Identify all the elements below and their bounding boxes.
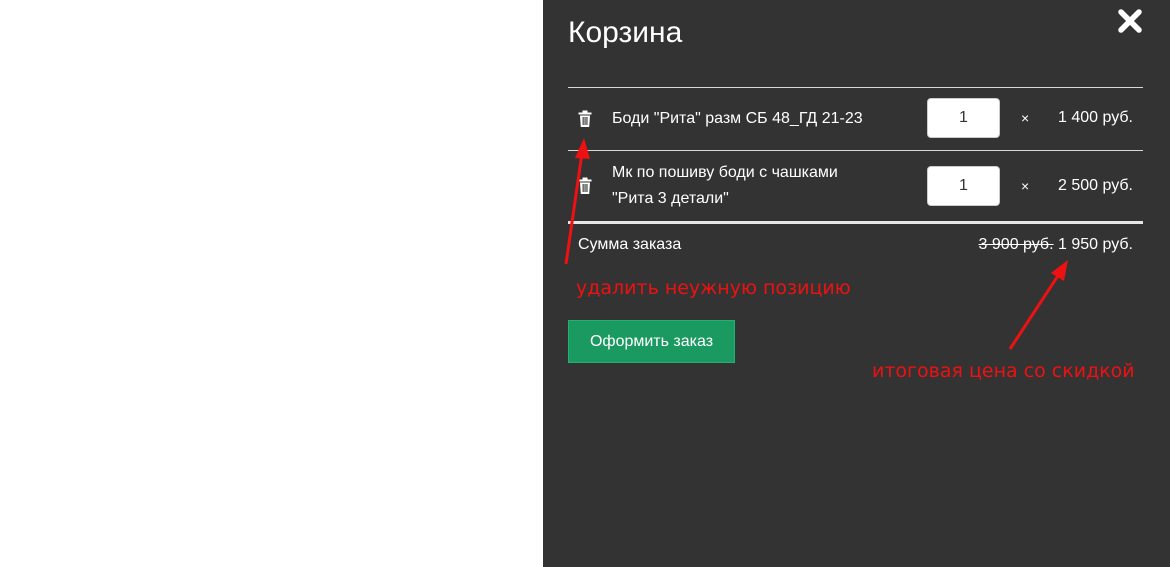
item-name: Боди "Рита" разм СБ 48_ГД 21-23 xyxy=(612,110,863,127)
multiply-sign: × xyxy=(1021,178,1030,194)
price-hint-annotation: итоговая цена со скидкой xyxy=(872,360,1135,382)
page: Корзина Боди "Рита" разм СБ 48_ГД 21-23 xyxy=(0,0,1170,567)
old-total-price: 3 900 руб. xyxy=(978,236,1054,253)
order-total: 3 900 руб. 1 950 руб. xyxy=(979,236,1133,254)
item-name: Мк по пошиву боди с чашками "Рита 3 дета… xyxy=(612,164,838,207)
item-price: 1 400 руб. xyxy=(1058,109,1133,126)
delete-item-button[interactable] xyxy=(577,177,593,195)
close-button[interactable] xyxy=(1117,8,1145,36)
cart-item: Мк по пошиву боди с чашками "Рита 3 дета… xyxy=(568,151,1143,221)
delete-hint-annotation: удалить неужную позицию xyxy=(576,277,851,299)
quantity-input[interactable] xyxy=(927,166,1000,206)
order-total-label: Сумма заказа xyxy=(578,236,682,253)
checkout-button[interactable]: Оформить заказ xyxy=(568,320,735,363)
cart-item: Боди "Рита" разм СБ 48_ГД 21-23 × 1 400 … xyxy=(568,88,1143,150)
delete-item-button[interactable] xyxy=(577,110,593,128)
divider xyxy=(568,221,1143,224)
multiply-sign: × xyxy=(1021,110,1030,126)
cart-title: Корзина xyxy=(568,16,683,49)
discounted-total-price: 1 950 руб. xyxy=(1058,236,1133,253)
close-icon xyxy=(1118,9,1142,33)
quantity-input[interactable] xyxy=(927,98,1000,138)
trash-icon xyxy=(578,110,592,127)
item-price: 2 500 руб. xyxy=(1058,177,1133,194)
trash-icon xyxy=(578,177,592,194)
